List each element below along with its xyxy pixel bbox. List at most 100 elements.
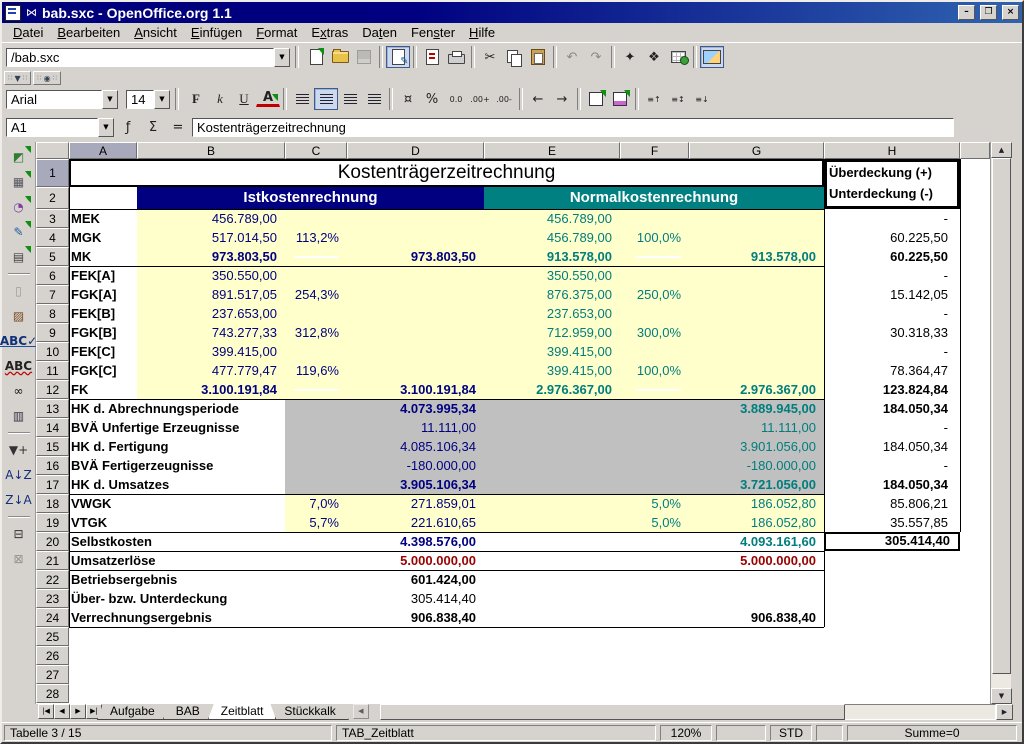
insert-chart-icon[interactable]: ◔ bbox=[6, 195, 32, 219]
row-header-15[interactable]: 15 bbox=[36, 437, 69, 456]
insert-object-icon[interactable]: ◩ bbox=[6, 145, 32, 169]
maximize-button[interactable]: ❐ bbox=[980, 5, 997, 20]
cell-G5[interactable]: 913.578,00 bbox=[689, 247, 816, 266]
number-currency-button[interactable]: ¤ bbox=[396, 88, 420, 110]
row-header-22[interactable]: 22 bbox=[36, 570, 69, 589]
column-header-C[interactable]: C bbox=[285, 142, 347, 159]
cell-G20[interactable]: 4.093.161,60 bbox=[689, 532, 816, 551]
cell-A11[interactable]: FGK[C] bbox=[71, 361, 137, 380]
edit-file-icon[interactable] bbox=[386, 46, 410, 68]
scroll-right-button[interactable]: ▶ bbox=[996, 704, 1013, 720]
row-header-20[interactable]: 20 bbox=[36, 532, 69, 551]
vertical-scroll-thumb[interactable] bbox=[992, 158, 1011, 674]
row-header-10[interactable]: 10 bbox=[36, 342, 69, 361]
cell-E12[interactable]: 2.976.367,00 bbox=[484, 380, 612, 399]
align-center-button[interactable] bbox=[314, 88, 338, 110]
cell-D21[interactable]: 5.000.000,00 bbox=[347, 551, 476, 570]
font-name-dropdown-button[interactable]: ▼ bbox=[102, 90, 118, 109]
cell-D14[interactable]: 11.111,00 bbox=[347, 418, 476, 437]
row-header-19[interactable]: 19 bbox=[36, 513, 69, 532]
new-document-icon[interactable] bbox=[304, 46, 328, 68]
hyperlink-bar-group-1[interactable]: ∷ ▼ ∷ bbox=[4, 71, 31, 85]
column-header-partial[interactable] bbox=[960, 142, 990, 159]
menu-bearbeiten[interactable]: Bearbeiten bbox=[50, 24, 127, 41]
ueberdeckung-header-box[interactable]: Überdeckung (+)Unterdeckung (-) bbox=[824, 159, 960, 209]
menu-fenster[interactable]: Fenster bbox=[404, 24, 462, 41]
row-header-23[interactable]: 23 bbox=[36, 589, 69, 608]
cell-H18[interactable]: 85.806,21 bbox=[824, 494, 948, 513]
row-header-25[interactable]: 25 bbox=[36, 627, 69, 646]
cell-D18[interactable]: 271.859,01 bbox=[347, 494, 476, 513]
cell-H10[interactable]: - bbox=[824, 342, 948, 361]
copy-icon[interactable] bbox=[502, 46, 526, 68]
cell-A22[interactable]: Betriebsergebnis bbox=[71, 570, 285, 589]
number-standard-button[interactable]: 0.0 bbox=[444, 88, 468, 110]
cell-D22[interactable]: 601.424,00 bbox=[347, 570, 476, 589]
cell-H4[interactable]: 60.225,50 bbox=[824, 228, 948, 247]
cell-G13[interactable]: 3.889.945,00 bbox=[689, 399, 816, 418]
cell-H19[interactable]: 35.557,85 bbox=[824, 513, 948, 532]
form-functions-icon[interactable]: ▤ bbox=[6, 245, 32, 269]
cell-A18[interactable]: VWGK bbox=[71, 494, 285, 513]
tab-bab[interactable]: BAB bbox=[163, 704, 213, 720]
cell-B8[interactable]: 237.653,00 bbox=[137, 304, 277, 323]
cell-D20[interactable]: 4.398.576,00 bbox=[347, 532, 476, 551]
background-color-button[interactable] bbox=[608, 88, 632, 110]
menu-extras[interactable]: Extras bbox=[304, 24, 355, 41]
cell-E3[interactable]: 456.789,00 bbox=[484, 209, 612, 228]
cell-A23[interactable]: Über- bzw. Unterdeckung bbox=[71, 589, 285, 608]
cell-D5[interactable]: 973.803,50 bbox=[347, 247, 476, 266]
underline-button[interactable]: U bbox=[232, 88, 256, 110]
cell-C9[interactable]: 312,8% bbox=[285, 323, 339, 342]
hyperlink-bar-group-2[interactable]: ∷ ◉ ∷ bbox=[33, 71, 61, 85]
menu-format[interactable]: Format bbox=[249, 24, 304, 41]
cell-H7[interactable]: 15.142,05 bbox=[824, 285, 948, 304]
spreadsheet-grid[interactable]: ABCDEFGH12345678910111213141516171819202… bbox=[36, 142, 990, 704]
cell-C18[interactable]: 7,0% bbox=[285, 494, 339, 513]
cell-G21[interactable]: 5.000.000,00 bbox=[689, 551, 816, 570]
cell-G17[interactable]: 3.721.056,00 bbox=[689, 475, 816, 494]
cell-A8[interactable]: FEK[B] bbox=[71, 304, 137, 323]
cell-E8[interactable]: 237.653,00 bbox=[484, 304, 612, 323]
cell-B3[interactable]: 456.789,00 bbox=[137, 209, 277, 228]
stylist-icon[interactable]: ❖ bbox=[642, 46, 666, 68]
cell-H8[interactable]: - bbox=[824, 304, 948, 323]
paste-icon[interactable] bbox=[526, 46, 550, 68]
row-header-5[interactable]: 5 bbox=[36, 247, 69, 266]
row-header-4[interactable]: 4 bbox=[36, 228, 69, 247]
hyperlink-dropdown-icon[interactable]: ▼ bbox=[14, 74, 20, 83]
cell-F19[interactable]: 5,0% bbox=[620, 513, 681, 532]
minimize-button[interactable]: – bbox=[958, 5, 975, 20]
horizontal-scroll-thumb[interactable] bbox=[380, 704, 845, 720]
sum-icon[interactable]: Σ bbox=[142, 117, 164, 139]
row-header-1[interactable]: 1 bbox=[36, 159, 69, 187]
cell-C4[interactable]: 113,2% bbox=[285, 228, 339, 247]
menu-ansicht[interactable]: Ansicht bbox=[127, 24, 184, 41]
draw-functions-icon[interactable]: ✎ bbox=[6, 220, 32, 244]
row-header-2[interactable]: 2 bbox=[36, 187, 69, 209]
cell-H9[interactable]: 30.318,33 bbox=[824, 323, 948, 342]
column-header-D[interactable]: D bbox=[347, 142, 484, 159]
cell-A9[interactable]: FGK[B] bbox=[71, 323, 137, 342]
spellcheck-icon[interactable]: ABC✓ bbox=[6, 329, 32, 353]
formula-icon[interactable]: = bbox=[167, 117, 189, 139]
cell-A14[interactable]: BVÄ Unfertige Erzeugnisse bbox=[71, 418, 285, 437]
cell-A4[interactable]: MGK bbox=[71, 228, 137, 247]
cell-G18[interactable]: 186.052,80 bbox=[689, 494, 816, 513]
header-normalkostenrechnung[interactable]: Normalkostenrechnung bbox=[484, 187, 824, 209]
font-color-button[interactable]: A bbox=[256, 92, 280, 107]
italic-button[interactable]: k bbox=[208, 88, 232, 110]
cell-H15[interactable]: 184.050,34 bbox=[824, 437, 948, 456]
cell-F7[interactable]: 250,0% bbox=[620, 285, 681, 304]
menu-einfgen[interactable]: Einfügen bbox=[184, 24, 249, 41]
bold-button[interactable]: F bbox=[184, 88, 208, 110]
cell-A12[interactable]: FK bbox=[71, 380, 137, 399]
menu-hilfe[interactable]: Hilfe bbox=[462, 24, 502, 41]
title-bar[interactable]: ⋈ bab.sxc - OpenOffice.org 1.1 – ❐ × bbox=[2, 2, 1022, 23]
cell-E7[interactable]: 876.375,00 bbox=[484, 285, 612, 304]
row-header-13[interactable]: 13 bbox=[36, 399, 69, 418]
cell-D24[interactable]: 906.838,40 bbox=[347, 608, 476, 627]
decrease-indent-button[interactable]: ← bbox=[526, 88, 550, 110]
cut-icon[interactable]: ✂ bbox=[478, 46, 502, 68]
cell-B5[interactable]: 973.803,50 bbox=[137, 247, 277, 266]
